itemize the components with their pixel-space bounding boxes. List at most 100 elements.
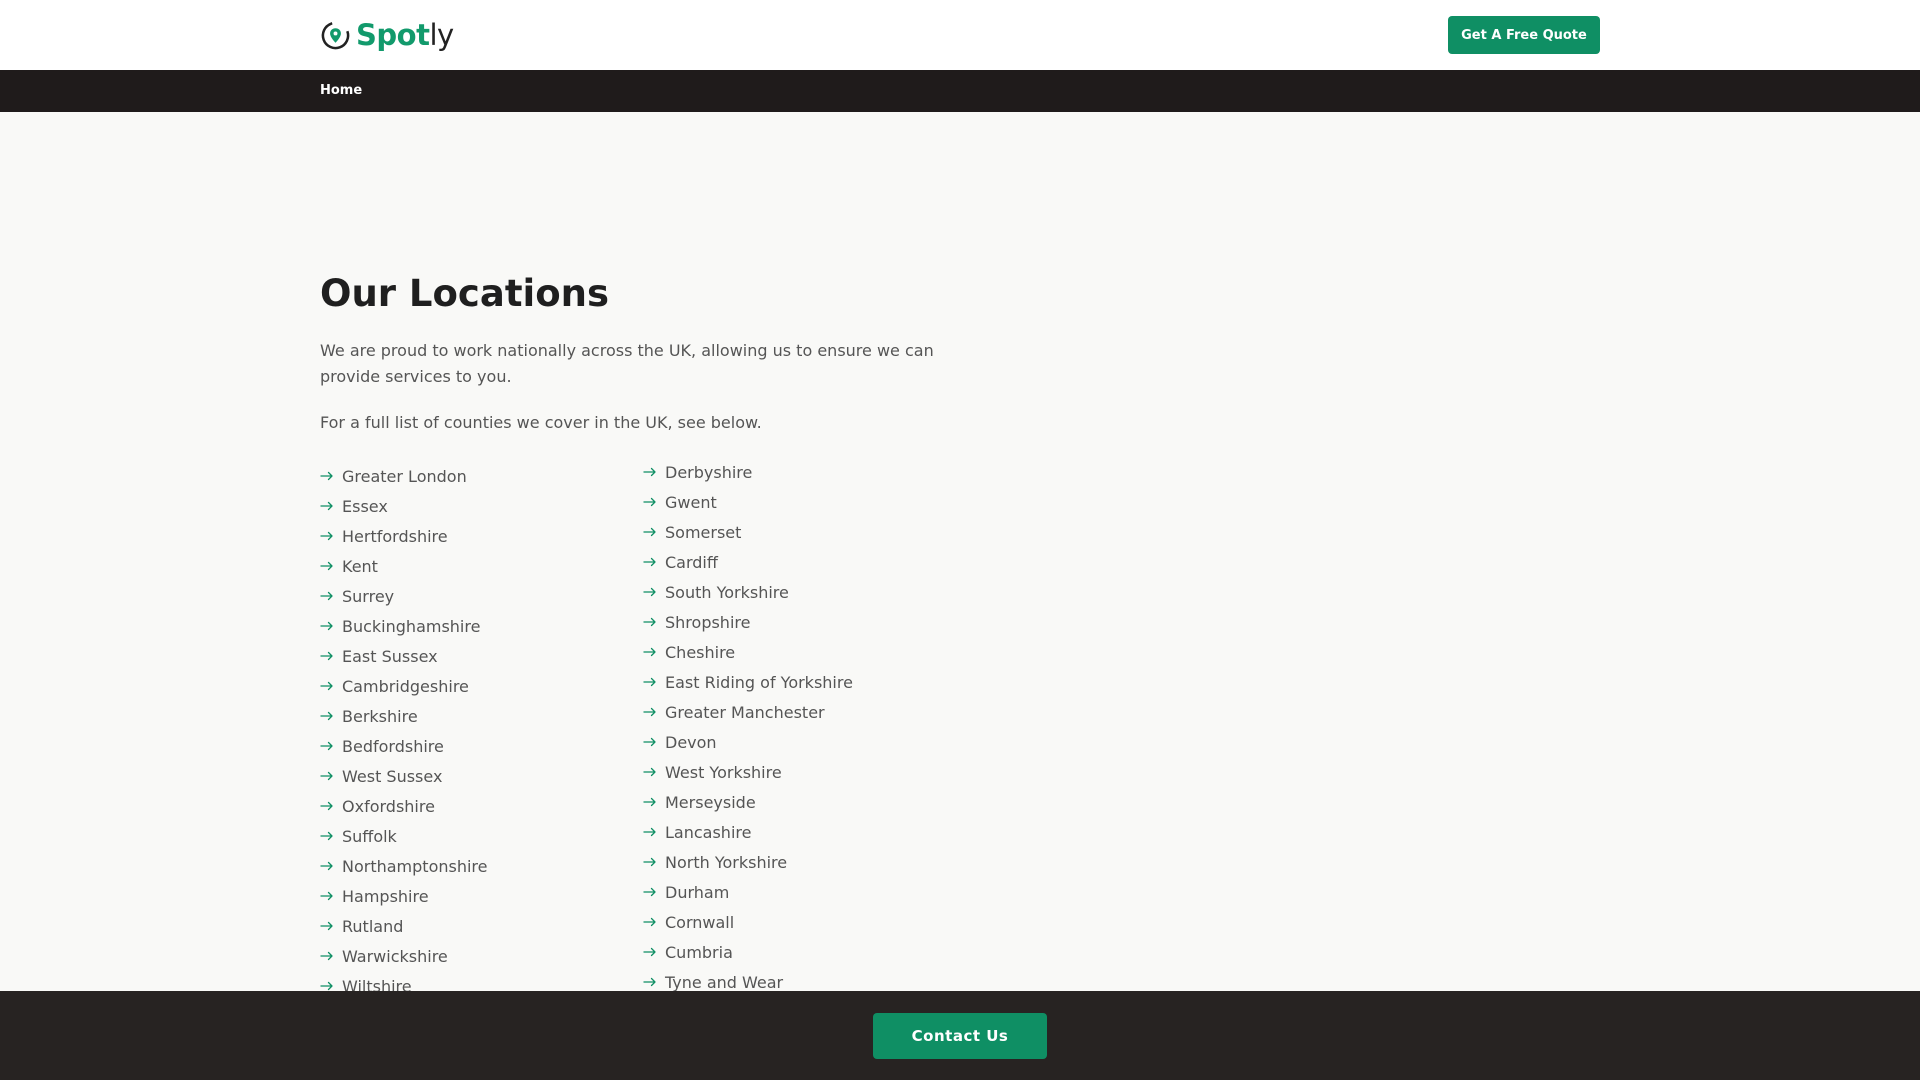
arrow-right-icon: [320, 741, 333, 751]
location-name: East Riding of Yorkshire: [665, 672, 853, 692]
locations-list-left: Greater London Essex Hertfordshire Kent Surr…: [320, 461, 488, 1001]
arrow-right-icon: [320, 681, 333, 691]
location-name: Derbyshire: [665, 462, 753, 482]
location-item: Berkshire: [320, 701, 488, 731]
contact-us-button[interactable]: Contact Us: [873, 1013, 1047, 1059]
arrow-right-icon: [320, 861, 333, 871]
arrow-right-icon: [643, 737, 656, 747]
arrow-right-icon: [320, 471, 333, 481]
location-name: West Sussex: [342, 766, 443, 786]
arrow-right-icon: [643, 917, 656, 927]
nav-home-link[interactable]: Home: [320, 83, 362, 98]
arrow-right-icon: [320, 621, 333, 631]
arrow-right-icon: [643, 647, 656, 657]
location-name: Buckinghamshire: [342, 616, 481, 636]
location-name: Rutland: [342, 916, 404, 936]
arrow-right-icon: [643, 947, 656, 957]
location-name: East Sussex: [342, 646, 438, 666]
logo-link[interactable]: Spotly: [320, 16, 454, 54]
location-name: Suffolk: [342, 826, 397, 846]
location-item: Greater London: [320, 461, 488, 491]
location-item: Buckinghamshire: [320, 611, 488, 641]
location-name: Northamptonshire: [342, 856, 488, 876]
arrow-right-icon: [643, 677, 656, 687]
arrow-right-icon: [643, 887, 656, 897]
arrow-right-icon: [320, 831, 333, 841]
location-name: Hampshire: [342, 886, 429, 906]
logo-text-primary: Spot: [356, 18, 430, 52]
arrow-right-icon: [643, 497, 656, 507]
location-item: Kent: [320, 551, 488, 581]
location-name: Oxfordshire: [342, 796, 435, 816]
location-item: Cumbria: [643, 937, 853, 967]
location-item: Greater Manchester: [643, 697, 853, 727]
arrow-right-icon: [320, 531, 333, 541]
location-name: South Yorkshire: [665, 582, 789, 602]
location-item: East Riding of Yorkshire: [643, 667, 853, 697]
location-item: Northamptonshire: [320, 851, 488, 881]
arrow-right-icon: [320, 981, 333, 991]
location-item: Warwickshire: [320, 941, 488, 971]
location-name: Hertfordshire: [342, 526, 448, 546]
location-name: Merseyside: [665, 792, 756, 812]
page-title: Our Locations: [320, 272, 609, 315]
get-free-quote-button[interactable]: Get A Free Quote: [1448, 16, 1600, 54]
arrow-right-icon: [643, 617, 656, 627]
location-pin-icon: [321, 21, 350, 49]
location-item: Cheshire: [643, 637, 853, 667]
location-name: Berkshire: [342, 706, 418, 726]
location-item: Derbyshire: [643, 457, 853, 487]
arrow-right-icon: [320, 771, 333, 781]
main-nav: Home: [0, 70, 1920, 112]
location-item: Cardiff: [643, 547, 853, 577]
location-name: Cornwall: [665, 912, 735, 932]
location-name: Lancashire: [665, 822, 752, 842]
arrow-right-icon: [320, 711, 333, 721]
location-item: Devon: [643, 727, 853, 757]
arrow-right-icon: [320, 591, 333, 601]
location-name: Somerset: [665, 522, 742, 542]
location-item: Surrey: [320, 581, 488, 611]
location-item: Durham: [643, 877, 853, 907]
location-name: Durham: [665, 882, 730, 902]
location-name: Greater Manchester: [665, 702, 825, 722]
location-item: Somerset: [643, 517, 853, 547]
location-item: Cornwall: [643, 907, 853, 937]
location-name: Gwent: [665, 492, 717, 512]
location-name: Bedfordshire: [342, 736, 444, 756]
logo-wordmark: Spotly: [356, 18, 454, 52]
location-item: Shropshire: [643, 607, 853, 637]
location-item: Cambridgeshire: [320, 671, 488, 701]
logo-text-secondary: ly: [429, 18, 454, 52]
location-item: Gwent: [643, 487, 853, 517]
location-name: Warwickshire: [342, 946, 448, 966]
location-name: Greater London: [342, 466, 467, 486]
arrow-right-icon: [643, 857, 656, 867]
location-item: East Sussex: [320, 641, 488, 671]
location-name: Cardiff: [665, 552, 718, 572]
location-name: Cheshire: [665, 642, 736, 662]
location-item: South Yorkshire: [643, 577, 853, 607]
location-name: Devon: [665, 732, 717, 752]
site-header: Spotly Get A Free Quote: [0, 0, 1920, 70]
location-name: Surrey: [342, 586, 395, 606]
arrow-right-icon: [320, 501, 333, 511]
arrow-right-icon: [320, 561, 333, 571]
arrow-right-icon: [643, 797, 656, 807]
location-name: Essex: [342, 496, 388, 516]
arrow-right-icon: [643, 587, 656, 597]
intro-text: We are proud to work nationally across t…: [320, 341, 934, 386]
site-footer: Contact Us: [0, 991, 1920, 1080]
arrow-right-icon: [643, 767, 656, 777]
location-item: Essex: [320, 491, 488, 521]
location-name: Cambridgeshire: [342, 676, 469, 696]
arrow-right-icon: [643, 707, 656, 717]
arrow-right-icon: [643, 527, 656, 537]
location-item: Merseyside: [643, 787, 853, 817]
location-item: Rutland: [320, 911, 488, 941]
location-item: North Yorkshire: [643, 847, 853, 877]
arrow-right-icon: [320, 891, 333, 901]
arrow-right-icon: [643, 977, 656, 987]
location-name: Cumbria: [665, 942, 733, 962]
arrow-right-icon: [643, 557, 656, 567]
